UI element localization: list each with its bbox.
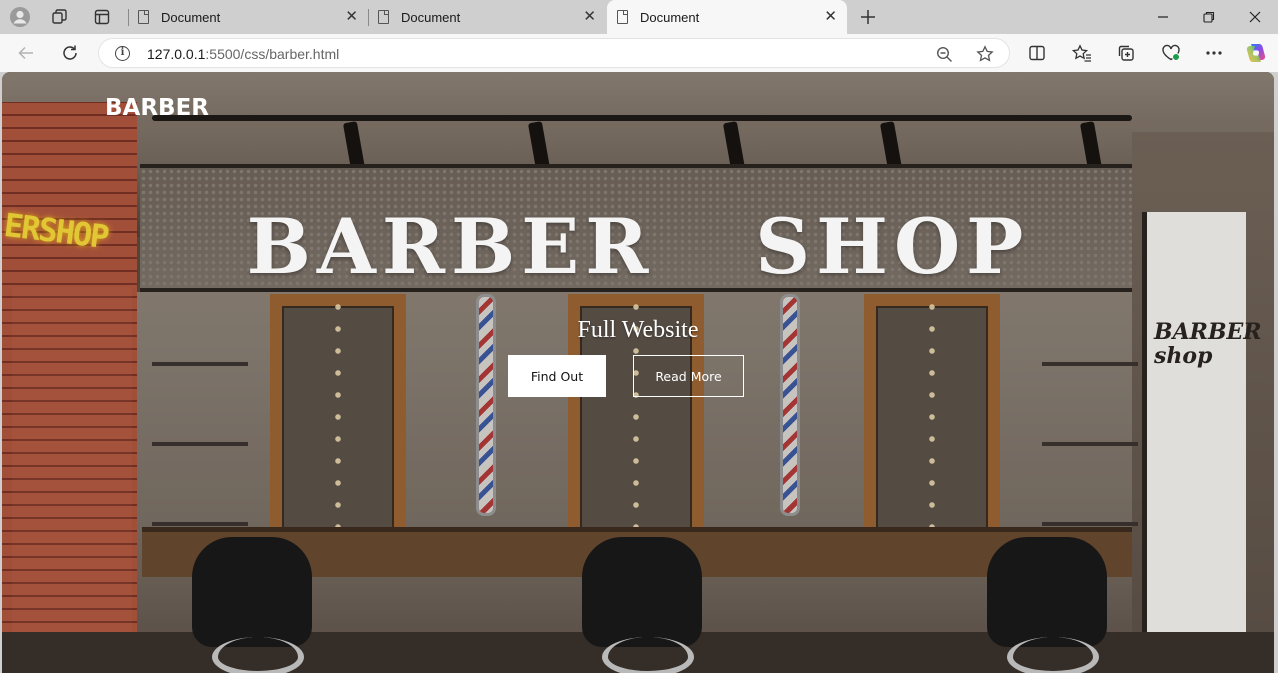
document-icon xyxy=(617,10,628,24)
copilot-icon[interactable] xyxy=(1242,40,1270,66)
workspaces-icon[interactable] xyxy=(47,5,73,29)
tab-document-1[interactable]: Document ✕ xyxy=(128,0,368,34)
profile-icon[interactable] xyxy=(7,5,33,29)
site-info-icon[interactable]: i xyxy=(115,46,130,61)
hero-title: BARBER SHOP xyxy=(246,202,1030,291)
close-tab-icon[interactable]: ✕ xyxy=(583,9,596,25)
tab-document-active[interactable]: Document ✕ xyxy=(607,0,847,34)
url-text[interactable]: 127.0.0.1:5500/css/barber.html xyxy=(147,46,339,62)
find-out-button[interactable]: Find Out xyxy=(508,355,606,397)
document-icon xyxy=(138,10,149,24)
tab-title: Document xyxy=(161,9,221,25)
favorites-icon[interactable] xyxy=(1068,40,1096,66)
site-logo[interactable]: BARBER xyxy=(105,95,209,121)
close-window-icon[interactable] xyxy=(1232,0,1278,34)
browser-toolbar: i 127.0.0.1:5500/css/barber.html xyxy=(0,34,1278,72)
collections-icon[interactable] xyxy=(1112,40,1140,66)
url-path: :5500/css/barber.html xyxy=(205,46,340,62)
tab-strip: Document ✕ Document ✕ Document ✕ xyxy=(0,0,1278,34)
tab-document-2[interactable]: Document ✕ xyxy=(368,0,606,34)
minimize-icon[interactable] xyxy=(1140,0,1186,34)
tab-title: Document xyxy=(640,9,700,25)
plus-icon[interactable] xyxy=(855,5,881,29)
tab-actions-icon[interactable] xyxy=(89,5,115,29)
split-screen-icon[interactable] xyxy=(1023,40,1051,66)
page-viewport: ERSHOP BARBER shop BARBER BARBER SHOP Fu… xyxy=(2,72,1274,673)
document-icon xyxy=(378,10,389,24)
restore-icon[interactable] xyxy=(1186,0,1232,34)
zoom-out-icon[interactable] xyxy=(933,43,955,65)
back-arrow-icon[interactable] xyxy=(12,40,40,66)
more-menu-icon[interactable] xyxy=(1200,40,1228,66)
hero-subtitle: Full Website xyxy=(577,317,699,343)
close-tab-icon[interactable]: ✕ xyxy=(345,9,358,25)
tab-title: Document xyxy=(401,9,461,25)
read-more-button[interactable]: Read More xyxy=(633,355,744,397)
browser-essentials-icon[interactable] xyxy=(1157,40,1185,66)
reload-icon[interactable] xyxy=(56,40,84,66)
close-tab-icon[interactable]: ✕ xyxy=(824,9,837,25)
address-bar[interactable]: i 127.0.0.1:5500/css/barber.html xyxy=(98,38,1010,68)
url-host: 127.0.0.1 xyxy=(147,46,206,62)
star-icon[interactable] xyxy=(974,43,996,65)
